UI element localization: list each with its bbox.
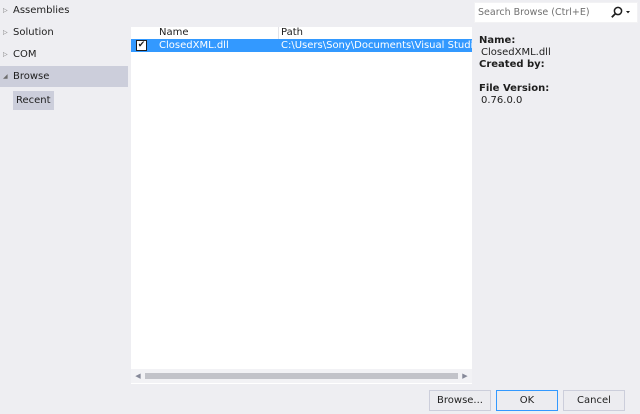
ok-button[interactable]: OK	[496, 390, 558, 411]
nav-item-label: Assemblies	[13, 5, 70, 16]
expand-caret-icon[interactable]: ▷	[3, 0, 11, 21]
cell-file-path: C:\Users\Sony\Documents\Visual Studio 20…	[281, 40, 472, 51]
detail-version-label: File Version:	[479, 83, 550, 94]
detail-created-label: Created by:	[479, 59, 545, 70]
collapse-caret-icon[interactable]: ◢	[3, 66, 11, 87]
reference-nav-tree: ▷ Assemblies ▷ Solution ▷ COM ◢ Browse R…	[0, 0, 128, 386]
nav-item-label: COM	[13, 49, 37, 60]
nav-item-browse[interactable]: ◢ Browse	[0, 66, 128, 87]
reference-file-list: Name Path ✔ ClosedXML.dll C:\Users\Sony\…	[131, 27, 472, 384]
table-row[interactable]: ✔ ClosedXML.dll C:\Users\Sony\Documents\…	[131, 39, 472, 52]
detail-name-value: ClosedXML.dll	[481, 47, 551, 58]
nav-item-label: Solution	[13, 27, 54, 38]
browse-button[interactable]: Browse...	[429, 390, 491, 411]
include-checkbox[interactable]: ✔	[136, 40, 147, 51]
dropdown-arrow-icon	[626, 11, 630, 14]
cell-file-name: ClosedXML.dll	[159, 40, 229, 51]
detail-name-label: Name:	[479, 35, 516, 46]
column-divider[interactable]	[278, 27, 279, 39]
detail-version-value: 0.76.0.0	[481, 95, 523, 106]
expand-caret-icon[interactable]: ▷	[3, 22, 11, 43]
search-input[interactable]	[478, 5, 604, 20]
search-icon	[611, 6, 630, 18]
nav-item-recent[interactable]: Recent	[13, 91, 54, 110]
list-header: Name Path	[131, 27, 472, 39]
search-button[interactable]	[608, 5, 634, 21]
scrollbar-thumb[interactable]	[145, 373, 458, 379]
scroll-right-icon[interactable]: ▶	[458, 369, 472, 383]
expand-caret-icon[interactable]: ▷	[3, 44, 11, 65]
nav-item-label: Browse	[13, 71, 50, 82]
cancel-button[interactable]: Cancel	[563, 390, 625, 411]
nav-item-com[interactable]: ▷ COM	[0, 44, 128, 65]
nav-item-solution[interactable]: ▷ Solution	[0, 22, 128, 43]
nav-item-assemblies[interactable]: ▷ Assemblies	[0, 0, 128, 21]
scroll-left-icon[interactable]: ◀	[131, 369, 145, 383]
search-box	[474, 2, 638, 23]
horizontal-scrollbar[interactable]: ◀ ▶	[131, 369, 472, 383]
column-header-name[interactable]: Name	[159, 27, 189, 39]
nav-item-label: Recent	[16, 95, 51, 106]
column-header-path[interactable]: Path	[281, 27, 303, 39]
